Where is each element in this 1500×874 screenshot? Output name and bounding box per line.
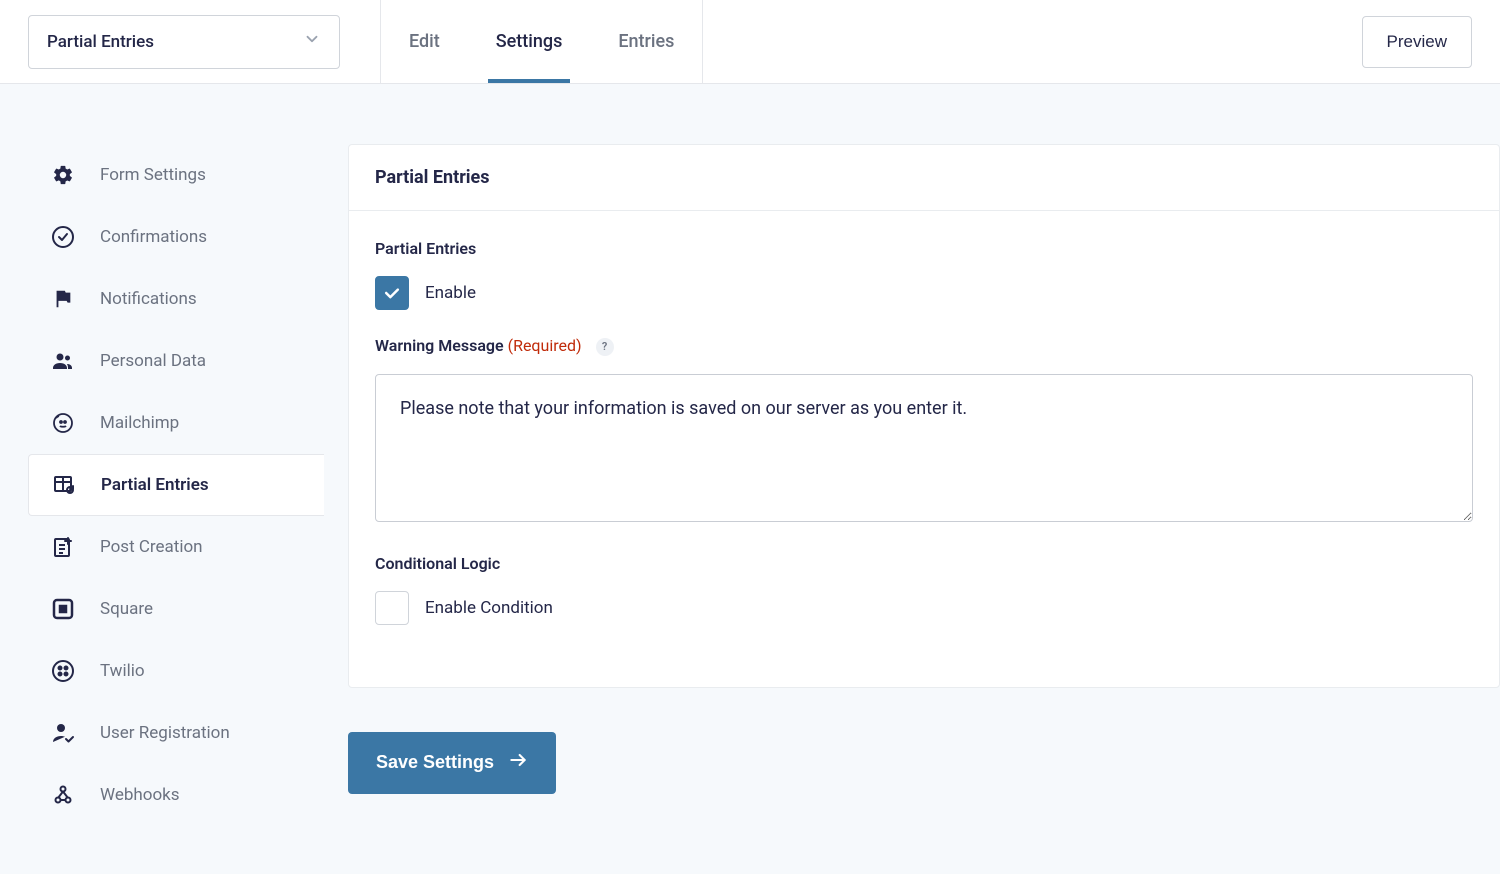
topbar: Partial Entries Edit Settings Entries Pr… <box>0 0 1500 84</box>
enable-label: Enable <box>425 283 476 303</box>
sidebar-item-webhooks[interactable]: Webhooks <box>28 764 324 826</box>
content: Form Settings Confirmations Notification… <box>0 84 1500 826</box>
sidebar-item-label: User Registration <box>100 723 230 743</box>
tab-settings[interactable]: Settings <box>468 0 591 83</box>
sidebar-item-post-creation[interactable]: Post Creation <box>28 516 324 578</box>
sidebar-item-label: Post Creation <box>100 537 203 557</box>
tab-entries[interactable]: Entries <box>590 0 702 83</box>
table-refresh-icon <box>51 472 77 498</box>
tabs: Edit Settings Entries <box>380 0 703 83</box>
sidebar-item-mailchimp[interactable]: Mailchimp <box>28 392 324 454</box>
condition-label: Enable Condition <box>425 598 553 618</box>
square-icon <box>50 596 76 622</box>
panel: Partial Entries Partial Entries Enable W… <box>348 144 1500 688</box>
panel-title: Partial Entries <box>349 145 1499 211</box>
sidebar-item-square[interactable]: Square <box>28 578 324 640</box>
sidebar-item-label: Mailchimp <box>100 413 179 433</box>
enable-checkbox[interactable] <box>375 276 409 310</box>
form-select-wrap: Partial Entries <box>28 0 380 83</box>
people-icon <box>50 348 76 374</box>
sidebar-item-label: Confirmations <box>100 227 207 247</box>
section-label-partial-entries: Partial Entries <box>375 239 1473 258</box>
panel-body: Partial Entries Enable Warning Message (… <box>349 211 1499 687</box>
document-plus-icon <box>50 534 76 560</box>
sidebar-item-user-registration[interactable]: User Registration <box>28 702 324 764</box>
warning-label-row: Warning Message (Required) ? <box>375 336 1473 356</box>
user-check-icon <box>50 720 76 746</box>
sidebar-item-partial-entries[interactable]: Partial Entries <box>28 454 324 516</box>
sidebar-item-form-settings[interactable]: Form Settings <box>28 144 324 206</box>
sidebar-item-label: Form Settings <box>100 165 206 185</box>
main: Partial Entries Partial Entries Enable W… <box>348 144 1500 826</box>
form-select-dropdown[interactable]: Partial Entries <box>28 15 340 69</box>
sidebar-item-label: Personal Data <box>100 351 206 371</box>
enable-row: Enable <box>375 276 1473 310</box>
webhook-icon <box>50 782 76 808</box>
mailchimp-icon <box>50 410 76 436</box>
preview-wrap: Preview <box>1362 0 1472 83</box>
check-circle-icon <box>50 224 76 250</box>
sidebar-item-label: Twilio <box>100 661 145 681</box>
sidebar-item-confirmations[interactable]: Confirmations <box>28 206 324 268</box>
tab-edit[interactable]: Edit <box>381 0 468 83</box>
gear-icon <box>50 162 76 188</box>
condition-checkbox[interactable] <box>375 591 409 625</box>
warning-label: Warning Message <box>375 336 504 355</box>
save-button-label: Save Settings <box>376 752 494 773</box>
flag-icon <box>50 286 76 312</box>
arrow-right-icon <box>508 750 528 775</box>
sidebar-item-label: Notifications <box>100 289 197 309</box>
sidebar-item-twilio[interactable]: Twilio <box>28 640 324 702</box>
topbar-spacer <box>703 0 1361 83</box>
form-select-label: Partial Entries <box>47 32 154 52</box>
save-settings-button[interactable]: Save Settings <box>348 732 556 794</box>
chevron-down-icon <box>303 30 321 53</box>
sidebar-item-personal-data[interactable]: Personal Data <box>28 330 324 392</box>
help-icon[interactable]: ? <box>596 338 614 356</box>
preview-button[interactable]: Preview <box>1362 16 1472 68</box>
sidebar: Form Settings Confirmations Notification… <box>28 144 324 826</box>
sidebar-item-label: Webhooks <box>100 785 180 805</box>
sidebar-item-notifications[interactable]: Notifications <box>28 268 324 330</box>
required-label: (Required) <box>508 336 582 355</box>
sidebar-item-label: Square <box>100 599 153 619</box>
conditional-logic-label: Conditional Logic <box>375 554 1473 573</box>
sidebar-item-label: Partial Entries <box>101 475 209 495</box>
warning-message-textarea[interactable] <box>375 374 1473 522</box>
dots-circle-icon <box>50 658 76 684</box>
condition-row: Enable Condition <box>375 591 1473 625</box>
